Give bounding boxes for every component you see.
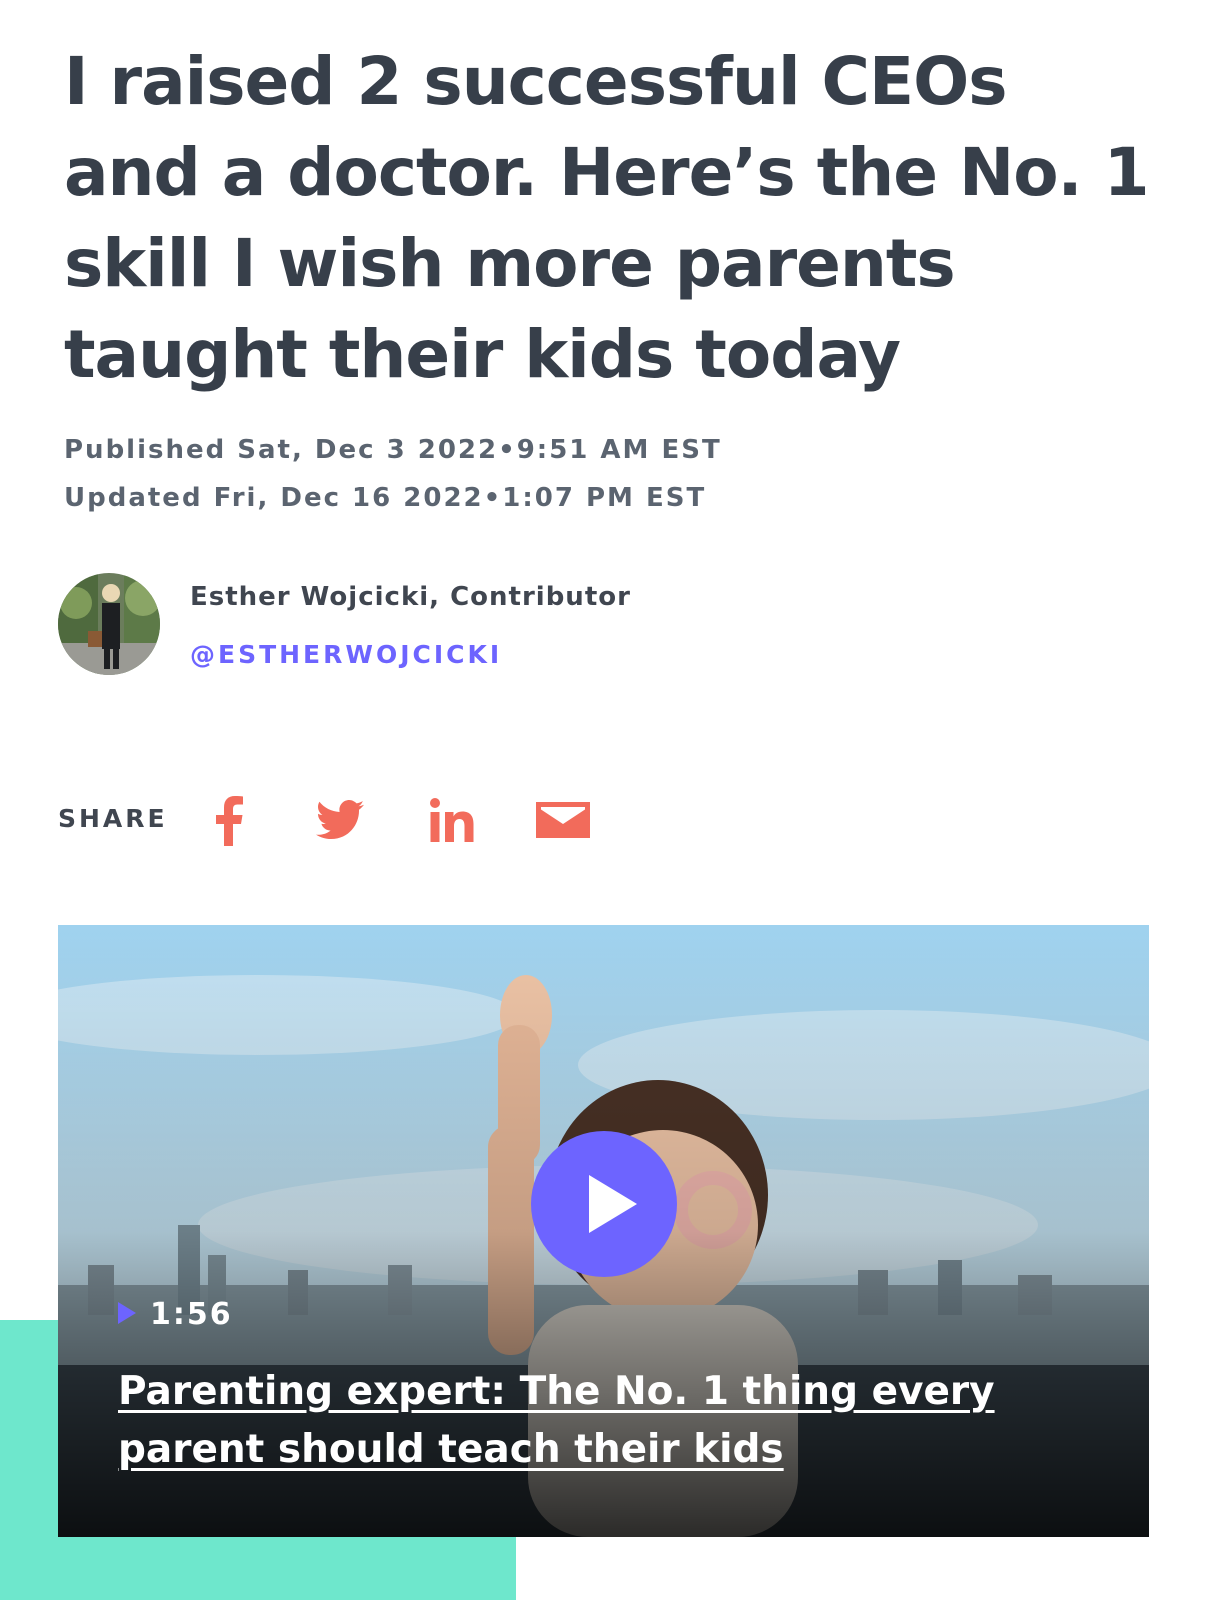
video-duration: 1:56 xyxy=(118,1297,233,1332)
facebook-icon[interactable] xyxy=(214,796,244,846)
linkedin-icon[interactable] xyxy=(430,798,474,842)
author-avatar[interactable] xyxy=(58,573,160,675)
author-photo xyxy=(58,573,160,675)
article-headline: I raised 2 successful CEOs and a doctor.… xyxy=(64,43,1150,393)
play-icon xyxy=(589,1175,637,1233)
published-timestamp: Published Sat, Dec 3 2022•9:51 AM EST xyxy=(64,435,722,465)
play-triangle-icon xyxy=(118,1301,136,1324)
author-handle-link[interactable]: @ESTHERWOJCICKI xyxy=(190,640,502,669)
updated-timestamp: Updated Fri, Dec 16 2022•1:07 PM EST xyxy=(64,483,707,513)
twitter-icon[interactable] xyxy=(316,800,364,840)
play-button[interactable] xyxy=(531,1131,677,1277)
share-label: SHARE xyxy=(58,804,168,833)
email-icon[interactable] xyxy=(536,802,590,838)
author-name: Esther Wojcicki, Contributor xyxy=(190,582,631,612)
article-dates: Published Sat, Dec 3 2022•9:51 AM EST Up… xyxy=(64,426,722,522)
video-title-link[interactable]: Parenting expert: The No. 1 thing every … xyxy=(118,1363,1078,1479)
video-player[interactable]: 1:56 Parenting expert: The No. 1 thing e… xyxy=(58,925,1149,1537)
duration-text: 1:56 xyxy=(150,1297,233,1332)
